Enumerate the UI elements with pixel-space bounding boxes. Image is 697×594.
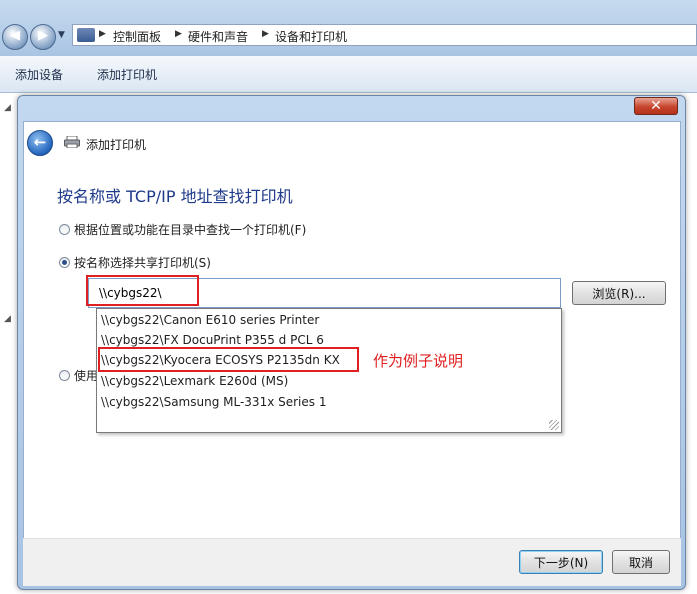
history-dropdown-icon[interactable]: ▼ [58, 30, 65, 40]
radio-directory-search-label[interactable]: 根据位置或功能在目录中查找一个打印机(F) [74, 221, 306, 238]
radio-shared-printer[interactable] [59, 257, 70, 268]
arrow-left-icon: ◀ [10, 28, 20, 43]
breadcrumb-devices-printers[interactable]: 设备和打印机 [275, 28, 347, 45]
cancel-button[interactable]: 取消 [612, 550, 670, 574]
command-bar: 添加设备 添加打印机 [0, 56, 697, 93]
collapse-arrow-icon[interactable]: ◢ [4, 314, 11, 324]
chevron-right-icon: ▶ [262, 29, 269, 39]
page-heading: 按名称或 TCP/IP 地址查找打印机 [57, 187, 293, 206]
list-item[interactable]: \\cybgs22\Lexmark E260d (MS) [101, 374, 288, 388]
next-button[interactable]: 下一步(N) [519, 550, 603, 574]
collapse-arrow-icon[interactable]: ◢ [4, 103, 11, 113]
list-item[interactable]: \\cybgs22\Samsung ML-331x Series 1 [101, 395, 326, 409]
control-panel-icon [77, 28, 95, 42]
resize-grip-icon[interactable] [549, 420, 559, 430]
browse-button[interactable]: 浏览(R)... [572, 281, 666, 305]
dialog-title: 添加打印机 [86, 138, 147, 152]
list-item[interactable]: \\cybgs22\Canon E610 series Printer [101, 313, 319, 327]
radio-shared-printer-label[interactable]: 按名称选择共享打印机(S) [74, 254, 211, 271]
radio-tcp-ip-label[interactable]: 使用 [74, 367, 98, 384]
radio-directory-search[interactable] [59, 224, 70, 235]
add-device-button[interactable]: 添加设备 [15, 66, 63, 83]
back-nav-button[interactable]: ◀ [2, 24, 28, 50]
add-printer-command[interactable]: 添加打印机 [97, 66, 157, 83]
breadcrumb-hardware-sound[interactable]: 硬件和声音 [188, 28, 248, 45]
highlight-input-box [86, 275, 199, 306]
arrow-left-icon: ← [33, 133, 47, 151]
close-button[interactable]: ✕ [634, 97, 678, 115]
list-item[interactable]: \\cybgs22\FX DocuPrint P355 d PCL 6 [101, 333, 324, 347]
chevron-right-icon: ▶ [175, 29, 182, 39]
breadcrumb-control-panel[interactable]: 控制面板 [113, 28, 161, 45]
dialog-back-button[interactable]: ← [27, 130, 53, 156]
address-bar[interactable]: ▶ 控制面板 ▶ 硬件和声音 ▶ 设备和打印机 [72, 24, 697, 46]
annotation-text: 作为例子说明 [373, 352, 464, 370]
radio-tcp-ip[interactable] [59, 370, 70, 381]
printer-icon [64, 136, 80, 148]
close-icon: ✕ [650, 98, 662, 114]
forward-nav-button[interactable]: ▶ [30, 24, 56, 50]
highlight-item-box [98, 347, 359, 372]
chevron-right-icon: ▶ [99, 29, 106, 39]
arrow-right-icon: ▶ [38, 28, 48, 43]
